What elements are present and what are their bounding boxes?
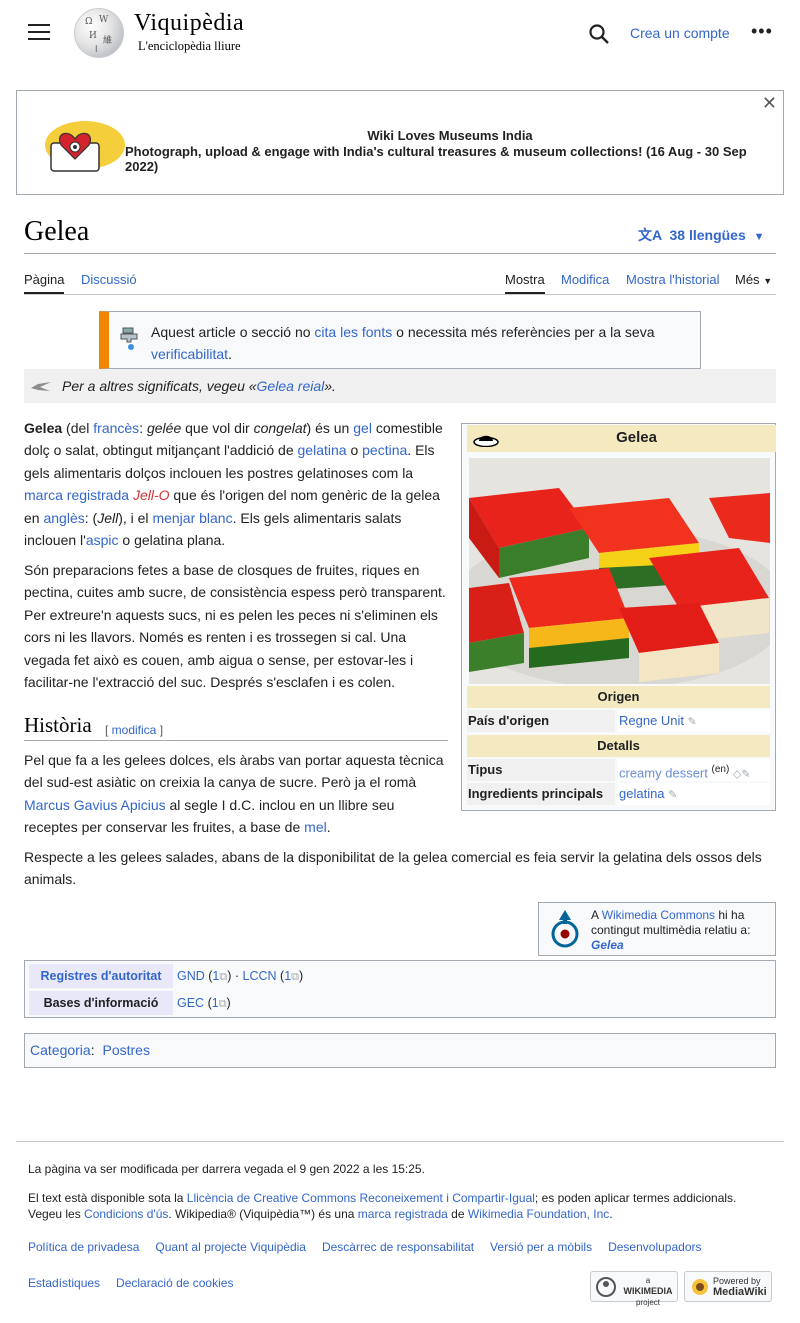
footer-links-2: Estadístiques Declaració de cookies (28, 1276, 234, 1290)
banner-subtitle: Photograph, upload & engage with India's… (125, 144, 747, 174)
intro-paragraph: Gelea (del francès: gelée que vol dir co… (24, 420, 443, 549)
tabs-divider (24, 294, 776, 295)
heading-divider (24, 740, 448, 741)
title-divider (24, 253, 776, 254)
infobox-row-type: Tipus creamy dessert (en) ◇✎ (467, 759, 770, 781)
disambiguation-icon (31, 382, 51, 391)
disambiguation-hatnote: Per a altres significats, vegeu «Gelea r… (24, 369, 776, 403)
tap-icon (120, 327, 138, 350)
cite-sources-link[interactable]: cita les fonts (314, 324, 392, 340)
mediawiki-sunflower-icon (692, 1279, 708, 1295)
license-text: El text està disponible sota la Llicènci… (28, 1191, 737, 1221)
wordmark[interactable]: Viquipèdia (134, 10, 244, 37)
pencil-icon[interactable]: ✎ (741, 768, 750, 780)
campaign-banner: ✕ Wiki Loves Museums India Photograph, u… (16, 90, 784, 195)
footer-links: Política de privadesa Quant al projecte V… (28, 1240, 702, 1254)
infobox-section-origin: Origen (467, 686, 770, 708)
wiki-loves-museums-logo (45, 121, 125, 172)
create-account-link[interactable]: Crea un compte (630, 25, 730, 41)
categories-link[interactable]: Categoria (30, 1042, 91, 1058)
external-link-icon: ⧉ (219, 971, 228, 983)
refimprove-notice: Aquest article o secció no cita les font… (99, 311, 701, 369)
notice-text: Aquest article o secció no cita les font… (151, 324, 655, 362)
commons-box: A Wikimedia Commons hi ha contingut mult… (538, 902, 776, 956)
external-link-icon: ⧉ (218, 998, 227, 1010)
more-options-icon[interactable]: ••• (751, 22, 773, 44)
authority-control: Registres d'autoritat GND (1⧉) · LCCN (1… (24, 960, 776, 1018)
commons-gallery-link[interactable]: Gelea (591, 938, 624, 952)
history-paragraph: Pel que fa a les gelees dolces, els àrab… (24, 752, 444, 836)
history-paragraph-2: Respecte a les gelees salades, abans de … (24, 849, 762, 888)
authority-label[interactable]: Registres d'autoritat (29, 964, 173, 988)
gelea-reial-link[interactable]: Gelea reial (257, 378, 325, 394)
wikimedia-commons-icon (551, 910, 579, 948)
tab-more[interactable]: Més ▼ (735, 272, 772, 287)
tab-discussion[interactable]: Discussió (81, 272, 137, 287)
ingredient-link[interactable]: gelatina (619, 786, 665, 801)
infobox-row-ingredients: Ingredients principals gelatina ✎ (467, 783, 770, 805)
databases-label: Bases d'informació (29, 991, 173, 1015)
section-edit: [ modifica ] (105, 723, 164, 737)
jelly-image[interactable] (469, 458, 770, 684)
tab-page[interactable]: Pàgina (24, 272, 65, 294)
search-icon[interactable] (588, 23, 610, 45)
infobox-row-country: País d'origen Regne Unit ✎ (467, 710, 770, 732)
language-selector-button[interactable]: 文A 38 llengües ▼ (638, 225, 765, 245)
edit-section-link[interactable]: modifica (112, 723, 157, 737)
chevron-down-icon: ▼ (763, 276, 773, 286)
infobox-header: Gelea (467, 425, 776, 452)
wikipedia-globe-logo[interactable]: Ω W И 維 ا (74, 8, 124, 58)
tagline: L'enciclopèdia lliure (138, 39, 241, 53)
category-item[interactable]: Postres (102, 1042, 149, 1058)
chevron-down-icon: ▼ (753, 231, 765, 243)
powered-by-mediawiki-badge[interactable]: Powered by MediaWiki (684, 1271, 772, 1302)
footer-divider (16, 1141, 784, 1142)
infobox-section-details: Detalls (467, 735, 770, 757)
infobox-title: Gelea (616, 429, 657, 446)
wikimedia-icon (596, 1277, 616, 1297)
type-link[interactable]: creamy dessert (619, 765, 708, 780)
infobox: Gelea Origen País d'origen Regne Unit ✎ … (461, 423, 776, 811)
pencil-icon[interactable]: ✎ (688, 716, 697, 728)
tab-edit[interactable]: Modifica (561, 272, 609, 287)
external-link-icon: ⧉ (291, 971, 300, 983)
category-links: Categoria: Postres (24, 1033, 776, 1068)
tab-history[interactable]: Mostra l'historial (626, 272, 720, 287)
page-title: Gelea (24, 216, 90, 247)
pencil-icon[interactable]: ✎ (668, 789, 677, 801)
last-modified: La pàgina va ser modificada per darrera … (28, 1162, 425, 1176)
jelly-cubes-picture (469, 458, 770, 684)
banner-title[interactable]: Wiki Loves Museums India (17, 128, 783, 143)
tab-read[interactable]: Mostra (505, 272, 545, 294)
main-menu-button[interactable] (28, 24, 50, 42)
country-link[interactable]: Regne Unit (619, 713, 684, 728)
close-icon[interactable]: ✕ (762, 93, 777, 114)
translate-icon: 文A (638, 227, 662, 243)
second-paragraph: Són preparacions fetes a base de closque… (24, 562, 446, 691)
verifiability-link[interactable]: verificabilitat (151, 346, 228, 362)
wikimedia-project-badge[interactable]: a WIKIMEDIA project (590, 1271, 678, 1307)
section-heading-history: Història (24, 713, 92, 737)
